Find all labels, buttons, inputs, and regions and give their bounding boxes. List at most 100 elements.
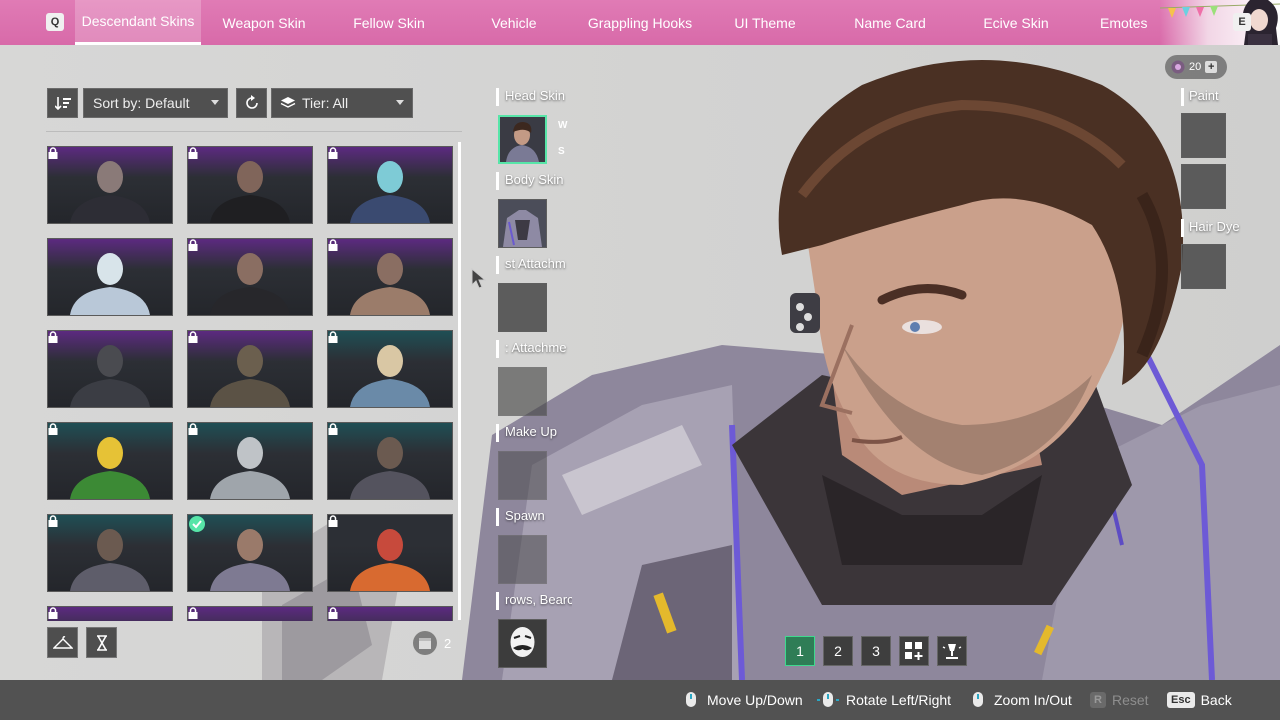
lamp-icon (942, 644, 962, 659)
equipped-check-icon (189, 516, 205, 532)
skin-card[interactable] (187, 514, 313, 592)
slot-attachment-2[interactable] (498, 367, 547, 416)
slot-label-attachment-2: : Attachme (496, 340, 572, 358)
slot-label-spawn: Spawn (496, 508, 566, 526)
skin-card[interactable] (327, 238, 453, 316)
slot-make-up[interactable] (498, 451, 547, 500)
skin-thumbnail (350, 529, 430, 591)
tab-fellow-skin[interactable]: Fellow Skin (335, 0, 443, 45)
sort-icon (54, 97, 71, 110)
skin-thumbnail (350, 161, 430, 223)
sort-dropdown-label: Sort by: Default (93, 95, 190, 111)
prev-tab-key-hint[interactable]: Q (46, 13, 64, 31)
lock-icon (48, 147, 58, 159)
mouse-scroll-icon (686, 692, 696, 707)
skin-card[interactable] (47, 146, 173, 224)
skin-thumbnail (70, 345, 150, 407)
skin-card[interactable] (187, 330, 313, 408)
preset-1-button[interactable]: 1 (785, 636, 815, 666)
skin-card[interactable] (47, 422, 173, 500)
skin-card[interactable] (187, 422, 313, 500)
slot-attachment-1[interactable] (498, 283, 547, 332)
lock-icon (328, 331, 338, 343)
tab-weapon-skin[interactable]: Weapon Skin (210, 0, 318, 45)
slot-head-skin[interactable] (498, 115, 547, 164)
head-skin-up-key: W (558, 120, 568, 131)
back-button[interactable]: Esc Back (1167, 680, 1232, 720)
reset-filter-button[interactable] (236, 88, 267, 118)
preset-3-button[interactable]: 3 (861, 636, 891, 666)
hint-rotate: Rotate Left/Right (816, 680, 951, 720)
slot-body-skin[interactable] (498, 199, 547, 248)
add-currency-button[interactable]: + (1205, 61, 1218, 73)
add-preset-button[interactable] (899, 636, 929, 666)
slot-brows-beard[interactable] (498, 619, 547, 668)
skin-card[interactable] (187, 606, 313, 621)
skin-card[interactable] (327, 422, 453, 500)
slot-label-brows-beard: rows, Bearc (496, 592, 572, 610)
skin-thumbnail (210, 345, 290, 407)
beard-face-icon (510, 627, 535, 657)
sort-dropdown[interactable]: Sort by: Default (83, 88, 228, 118)
slot-label-body-skin: Body Skin (496, 172, 566, 190)
owned-count: 2 (412, 630, 451, 656)
sort-order-button[interactable] (47, 88, 78, 118)
skin-card[interactable] (47, 606, 173, 621)
lock-icon (48, 423, 58, 435)
hanger-icon (52, 635, 73, 649)
paint-slot-1[interactable] (1181, 113, 1226, 158)
next-tab-key-hint[interactable]: E (1233, 13, 1251, 31)
tab-ecive-skin[interactable]: Ecive Skin (962, 0, 1070, 45)
tier-dropdown-label: Tier: All (302, 95, 349, 111)
grid-plus-icon (905, 642, 923, 660)
skin-thumbnail (48, 607, 172, 621)
tab-ui-theme[interactable]: UI Theme (711, 0, 819, 45)
hair-dye-slot[interactable] (1181, 244, 1226, 289)
event-banner: E (1160, 0, 1280, 45)
layers-icon (280, 97, 296, 108)
tab-name-card[interactable]: Name Card (836, 0, 944, 45)
mouse-cursor-icon (471, 268, 487, 289)
skin-card[interactable] (47, 514, 173, 592)
reset-key: R (1090, 692, 1106, 708)
bottom-hint-bar (0, 680, 1280, 720)
preset-2-button[interactable]: 2 (823, 636, 853, 666)
hint-move-label: Move Up/Down (707, 692, 803, 708)
skin-card[interactable] (47, 330, 173, 408)
skin-thumbnail (70, 161, 150, 223)
skin-thumbnail (210, 253, 290, 315)
skin-grid-scrollbar[interactable] (458, 142, 461, 620)
skin-thumbnail (328, 607, 452, 621)
skin-thumbnail (210, 161, 290, 223)
slot-label-attachment-1: st Attachm (496, 256, 572, 274)
skin-card[interactable] (327, 606, 453, 621)
tab-descendant-skins[interactable]: Descendant Skins (75, 0, 201, 45)
time-limited-button[interactable] (86, 627, 117, 658)
lock-icon (328, 239, 338, 251)
tier-dropdown[interactable]: Tier: All (271, 88, 413, 118)
tab-vehicle[interactable]: Vehicle (460, 0, 568, 45)
slot-spawn[interactable] (498, 535, 547, 584)
wardrobe-button[interactable] (47, 627, 78, 658)
reset-button[interactable]: R Reset (1090, 680, 1149, 720)
skin-card[interactable] (187, 146, 313, 224)
skin-thumbnail (350, 437, 430, 499)
reset-label: Reset (1111, 692, 1149, 708)
currency-display: 20 + (1165, 55, 1227, 79)
refresh-icon (245, 95, 258, 109)
lighting-button[interactable] (937, 636, 967, 666)
hint-zoom-label: Zoom In/Out (994, 692, 1072, 708)
lock-icon (48, 515, 58, 527)
skin-card[interactable] (187, 238, 313, 316)
skin-card[interactable] (327, 146, 453, 224)
skin-thumbnail (70, 529, 150, 591)
currency-amount: 20 (1189, 61, 1202, 73)
mouse-drag-icon (817, 692, 839, 707)
chest-icon (413, 631, 437, 655)
skin-card[interactable] (327, 330, 453, 408)
paint-slot-2[interactable] (1181, 164, 1226, 209)
tab-grappling-hooks[interactable]: Grappling Hooks (580, 0, 700, 45)
skin-thumbnail (70, 253, 150, 315)
skin-card[interactable] (327, 514, 453, 592)
skin-card[interactable] (47, 238, 173, 316)
